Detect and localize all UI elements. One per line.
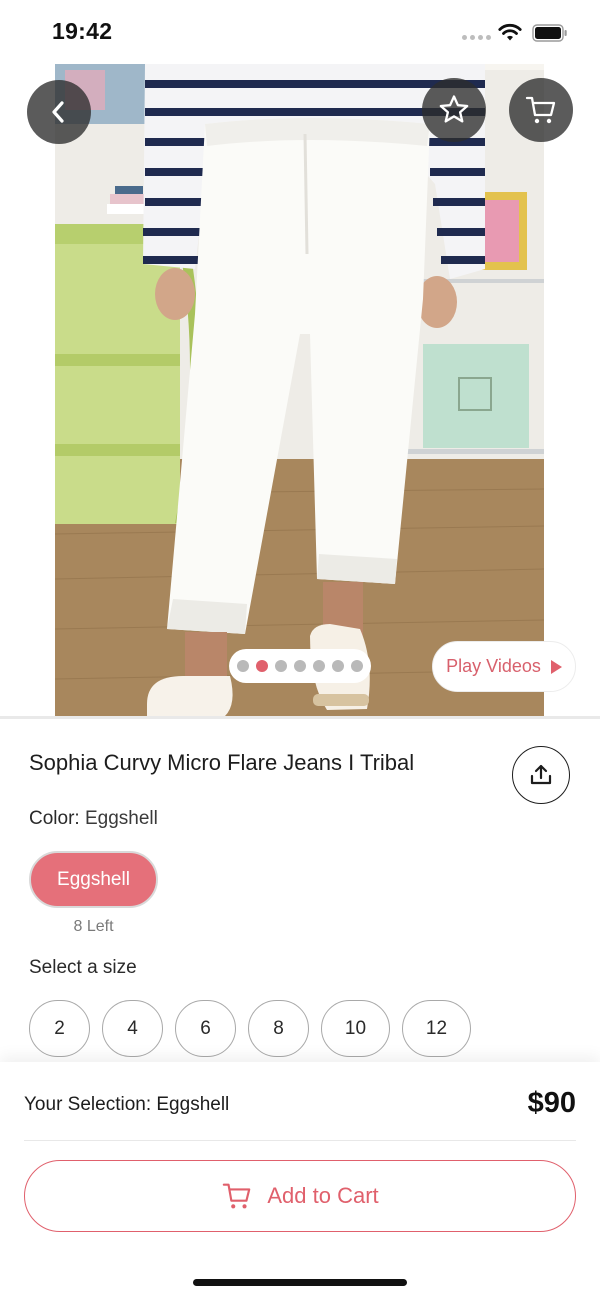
size-option-label: 8 [273, 1017, 284, 1039]
share-button[interactable] [512, 746, 570, 804]
favorite-button[interactable] [422, 78, 486, 142]
add-to-cart-button[interactable]: Add to Cart [24, 1160, 576, 1232]
size-option-label: 4 [127, 1017, 138, 1039]
color-value: Eggshell [84, 808, 158, 829]
image-pager[interactable] [229, 649, 371, 683]
size-option-label: 12 [425, 1017, 448, 1039]
pager-dot[interactable] [275, 660, 287, 672]
status-time: 19:42 [52, 18, 113, 44]
product-image-carousel[interactable]: Play Videos [0, 64, 600, 716]
status-bar: 19:42 [0, 0, 600, 64]
pager-dot[interactable] [237, 660, 249, 672]
swatch-label: Eggshell [57, 868, 130, 890]
back-button[interactable] [27, 80, 91, 144]
cart-icon [525, 96, 556, 124]
divider [24, 1140, 576, 1141]
star-icon [439, 95, 469, 123]
pager-dot[interactable] [294, 660, 306, 672]
size-options: 2 4 6 8 10 12 [29, 1000, 471, 1057]
bottom-bar: Your Selection: Eggshell $90 Add to Cart [0, 1062, 600, 1299]
play-videos-button[interactable]: Play Videos [432, 641, 576, 692]
color-swatch-eggshell[interactable]: Eggshell [29, 851, 158, 908]
size-option[interactable]: 6 [175, 1000, 236, 1057]
size-option[interactable]: 10 [321, 1000, 390, 1057]
home-indicator[interactable] [193, 1279, 407, 1286]
divider [0, 716, 600, 719]
size-option-label: 6 [200, 1017, 211, 1039]
play-icon [550, 659, 562, 674]
size-option-label: 2 [54, 1017, 65, 1039]
pager-dot[interactable] [351, 660, 363, 672]
price: $90 [527, 1087, 576, 1119]
cart-button[interactable] [509, 78, 573, 142]
share-icon [530, 764, 552, 785]
battery-icon [532, 24, 567, 42]
color-line: Color: Eggshell [29, 808, 158, 830]
size-label: Select a size [29, 957, 137, 978]
product-screen: 19:42 Play Videos Sophia Curvy Micro Fla… [0, 0, 600, 1299]
product-title: Sophia Curvy Micro Flare Jeans I Tribal [29, 750, 415, 775]
color-label: Color: [29, 808, 80, 829]
add-to-cart-label: Add to Cart [267, 1183, 379, 1208]
size-option[interactable]: 12 [402, 1000, 471, 1057]
signal-dots-icon [462, 35, 491, 40]
cart-icon [223, 1183, 251, 1209]
back-arrow-icon [52, 101, 64, 123]
selection-summary: Your Selection: Eggshell [24, 1094, 230, 1115]
pager-dot[interactable] [256, 660, 268, 672]
pager-dot[interactable] [332, 660, 344, 672]
size-option[interactable]: 2 [29, 1000, 90, 1057]
stock-count: 8 Left [73, 918, 114, 935]
wifi-icon [498, 23, 522, 41]
size-option[interactable]: 4 [102, 1000, 163, 1057]
play-videos-label: Play Videos [446, 656, 541, 676]
size-option[interactable]: 8 [248, 1000, 309, 1057]
pager-dot[interactable] [313, 660, 325, 672]
product-photo [55, 64, 544, 716]
size-option-label: 10 [344, 1017, 367, 1039]
